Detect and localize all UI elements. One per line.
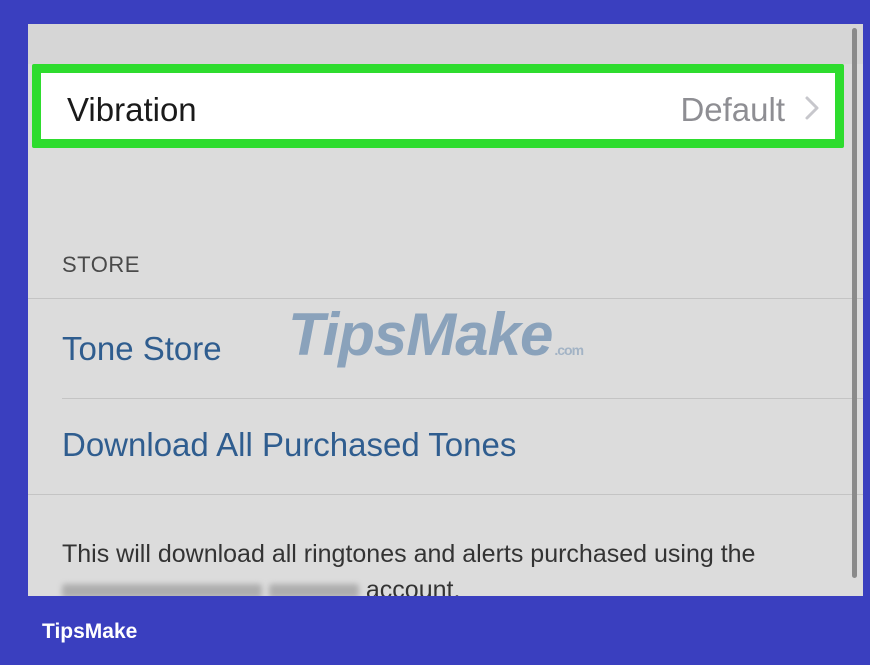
section-divider <box>28 494 863 495</box>
section-divider <box>28 298 863 299</box>
redacted-service <box>268 584 359 596</box>
brand-bar: TipsMake <box>0 596 870 665</box>
brand-name: TipsMake <box>42 620 138 643</box>
footnote-suffix: account. <box>365 576 461 596</box>
settings-screen: Vibration Default STORE Tone Store Downl… <box>28 24 863 596</box>
tone-store-link[interactable]: Tone Store <box>62 330 222 368</box>
vibration-row[interactable]: Vibration Default <box>32 64 844 148</box>
store-section-header: STORE <box>62 252 140 277</box>
chevron-right-icon <box>805 96 819 120</box>
watermark-text: TipsMake <box>288 301 553 368</box>
download-all-tones-link[interactable]: Download All Purchased Tones <box>62 426 516 464</box>
vibration-value: Default <box>680 91 785 128</box>
top-strip <box>28 24 863 64</box>
watermark-suffix: .com <box>554 342 584 358</box>
vibration-label: Vibration <box>67 91 197 128</box>
row-divider <box>62 398 863 399</box>
scrollbar[interactable] <box>852 28 857 578</box>
download-footnote: This will download all ringtones and ale… <box>62 536 822 596</box>
watermark-logo: TipsMake .com <box>288 300 584 369</box>
footnote-prefix: This will download all ringtones and ale… <box>62 540 756 568</box>
redacted-email <box>62 584 262 596</box>
